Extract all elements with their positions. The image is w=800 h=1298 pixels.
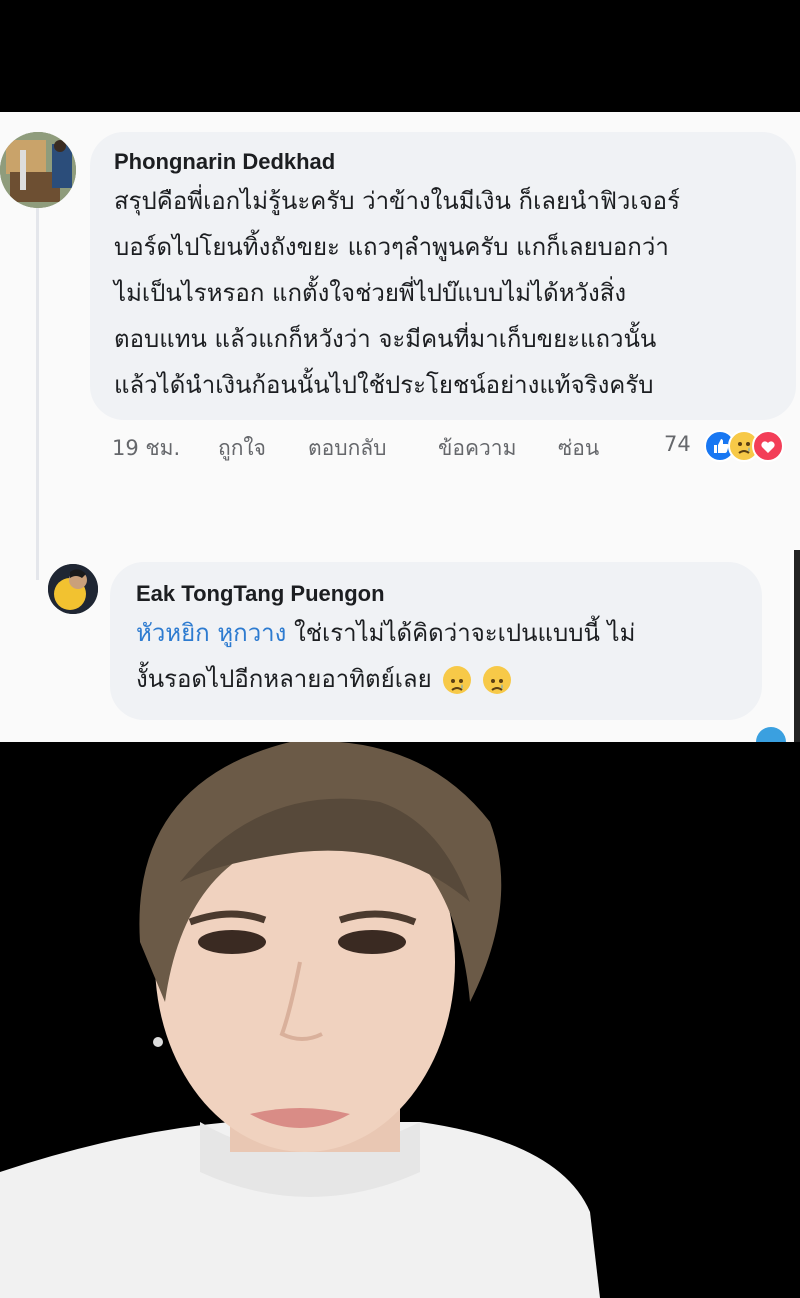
crying-face-icon <box>482 666 511 694</box>
reactions-summary[interactable] <box>704 430 800 464</box>
comment-line: บอร์ดไปโยนทิ้งถังขยะ แถวๆลำพูนครับ แกก็เ… <box>114 233 669 261</box>
person-video-image <box>0 742 800 1298</box>
comment-line-text: ใช่เราไม่ได้คิดว่าจะเปนแบบนี้ ไม่ <box>286 619 636 647</box>
comment-line: ตอบแทน แล้วแกก็หวังว่า จะมีคนที่มาเก็บขย… <box>114 325 657 353</box>
comment-line: แล้วได้นำเงินก้อนนั้นไปใช้ประโยชน์อย่างแ… <box>114 371 654 399</box>
reply-thread-line <box>36 208 39 580</box>
top-black-bar <box>0 0 800 112</box>
comment-author[interactable]: Phongnarin Dedkhad <box>114 148 772 176</box>
comment-author[interactable]: Eak TongTang Puengon <box>136 580 736 608</box>
reply-button[interactable]: ตอบกลับ <box>308 432 387 465</box>
panel-edge <box>794 550 800 742</box>
comment-bubble: Phongnarin Dedkhad สรุปคือพี่เอกไม่รู้นะ… <box>90 132 796 420</box>
avatar[interactable] <box>0 132 76 208</box>
love-icon <box>752 430 784 462</box>
message-button[interactable]: ข้อความ <box>438 432 516 465</box>
avatar[interactable] <box>48 564 98 614</box>
video-overlay <box>0 742 800 1298</box>
comments-panel: Phongnarin Dedkhad สรุปคือพี่เอกไม่รู้นะ… <box>0 112 800 742</box>
comment-text: หัวหยิก หูกวาง ใช่เราไม่ได้คิดว่าจะเปนแบ… <box>136 610 736 702</box>
comment-line: ไม่เป็นไรหรอก แกตั้งใจช่วยพี่ไปบ๊แบบไม่ไ… <box>114 279 627 307</box>
reaction-count[interactable]: 74 <box>664 432 691 456</box>
comment-line: หัวหยิก หูกวาง ใช่เราไม่ได้คิดว่าจะเปนแบ… <box>136 610 736 656</box>
hide-button[interactable]: ซ่อน <box>558 432 599 465</box>
crying-face-icon <box>443 666 472 694</box>
comment-bubble: Eak TongTang Puengon หัวหยิก หูกวาง ใช่เ… <box>110 562 762 720</box>
comment-line: สรุปคือพี่เอกไม่รู้นะครับ ว่าข้างในมีเงิ… <box>114 187 680 215</box>
comment-actions: 19 ชม. ถูกใจ ตอบกลับ ข้อความ ซ่อน 74 <box>112 430 800 464</box>
comment-text: สรุปคือพี่เอกไม่รู้นะครับ ว่าข้างในมีเงิ… <box>114 178 772 408</box>
mention-link[interactable]: หัวหยิก หูกวาง <box>136 619 286 647</box>
comment-line-text: งั้นรอดไปอีกหลายอาทิตย์เลย <box>136 665 432 693</box>
reaction-badge-icon <box>756 727 786 742</box>
like-button[interactable]: ถูกใจ <box>218 432 266 465</box>
comment-timestamp[interactable]: 19 ชม. <box>112 432 180 465</box>
comment-line: งั้นรอดไปอีกหลายอาทิตย์เลย <box>136 656 736 702</box>
